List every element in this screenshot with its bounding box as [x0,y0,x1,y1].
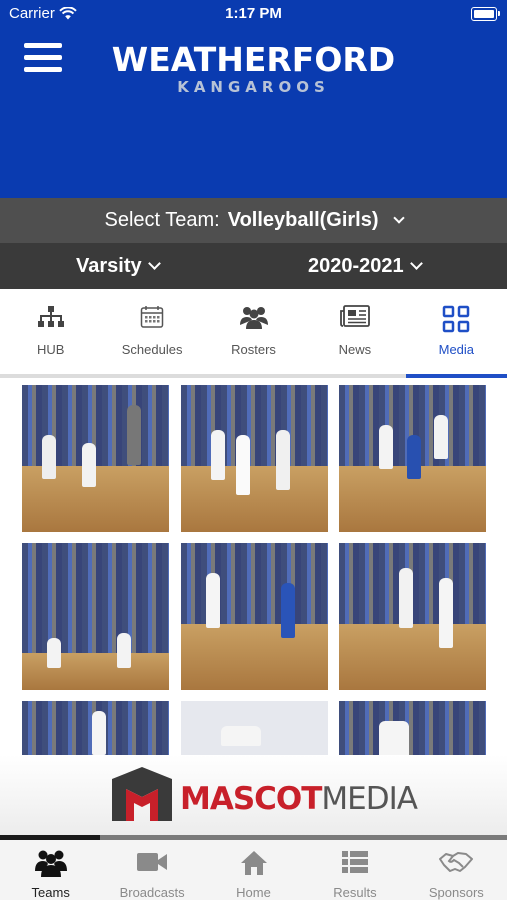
photo-floor [339,623,486,690]
school-name: WEATHERFORD [111,40,396,79]
player-figure [399,568,413,628]
player-figure [379,721,409,755]
media-photo[interactable] [181,543,328,690]
player-figure [276,430,290,490]
app-header: Carrier 1:17 PM WEATHERFORD KANGAROOS [0,0,507,198]
battery-icon [471,7,500,21]
team-selector-value: Volleyball(Girls) [227,209,379,231]
handshake-icon [439,852,474,872]
chevron-down-icon [392,211,405,224]
player-figure [92,711,106,755]
chevron-down-icon [409,257,423,270]
media-photo[interactable] [181,701,328,755]
clock: 1:17 PM [225,5,282,22]
tab-news[interactable]: News [304,289,405,374]
list-icon [341,851,368,873]
hierarchy-icon [37,306,64,327]
media-photo[interactable] [22,385,169,532]
tab-schedules[interactable]: Schedules [101,289,202,374]
media-photo[interactable] [339,385,486,532]
status-bar: Carrier 1:17 PM [0,0,507,28]
nav-sponsors[interactable]: Sponsors [406,840,507,900]
player-figure [434,415,448,459]
media-grid [0,378,507,755]
school-logo: WEATHERFORD KANGAROOS [0,40,507,97]
nav-home[interactable]: Home [203,840,304,900]
media-photo[interactable] [22,701,169,755]
tab-rosters[interactable]: Rosters [203,289,304,374]
photo-floor [181,465,328,532]
chevron-down-icon [147,257,161,270]
home-icon [240,851,267,875]
video-camera-icon [137,853,168,871]
mascot-media-logo-icon [112,767,172,821]
media-photo[interactable] [339,701,486,755]
filter-bar: Varsity 2020-2021 [0,243,507,289]
sponsor-name-part2: MEDIA [321,781,418,817]
photo-background [181,385,328,471]
team-selector[interactable]: Select Team: Volleyball(Girls) [0,198,507,243]
sponsor-banner[interactable]: MASCOTMEDIA [0,755,507,837]
player-figure [42,435,56,479]
bottom-nav: Teams Broadcasts Home Results Sponsors [0,840,507,900]
school-mascot: KANGAROOS [177,78,330,96]
player-figure [206,573,220,628]
player-figure [281,583,295,638]
season-value: 2020-2021 [308,255,404,277]
player-figure [379,425,393,469]
sponsor-name: MASCOTMEDIA [180,781,418,817]
sponsor-name-part1: MASCOT [180,781,322,817]
team-icon [34,850,67,877]
media-photo[interactable] [22,543,169,690]
level-dropdown[interactable]: Varsity [76,255,161,278]
tab-media[interactable]: Media [406,289,507,374]
nav-label: Results [333,885,377,900]
photo-background [181,543,328,629]
team-selector-label: Select Team: [104,209,220,231]
tab-label: HUB [36,342,65,357]
player-figure [82,443,96,487]
photo-background [22,543,169,654]
nav-broadcasts[interactable]: Broadcasts [101,840,202,900]
nav-teams[interactable]: Teams [0,840,101,900]
player-figure [117,633,131,668]
grid-icon [443,305,470,333]
section-tabs: HUB Schedules Rosters News Media [0,289,507,374]
tab-hub[interactable]: HUB [0,289,101,374]
calendar-icon [140,306,164,328]
nav-label: Broadcasts [119,885,185,900]
tab-label: Schedules [121,342,183,357]
tab-label: Media [438,342,475,357]
media-photo[interactable] [181,385,328,532]
photo-floor [181,623,328,690]
nav-label: Teams [31,885,70,900]
player-figure [439,578,453,648]
player-figure [47,638,61,668]
player-figure [211,430,225,480]
nav-results[interactable]: Results [304,840,405,900]
season-dropdown[interactable]: 2020-2021 [308,255,423,278]
media-photo[interactable] [339,543,486,690]
nav-label: Sponsors [428,885,484,900]
player-figure [236,435,250,495]
level-value: Varsity [76,255,142,277]
people-icon [239,307,268,329]
photo-background [339,701,486,755]
tab-label: Rosters [231,342,276,357]
player-figure [127,405,141,465]
photo-floor [22,653,169,690]
tab-label: News [338,342,372,357]
newspaper-icon [340,305,370,327]
nav-label: Home [236,885,271,900]
player-figure [407,435,421,479]
player-figure [221,726,261,746]
